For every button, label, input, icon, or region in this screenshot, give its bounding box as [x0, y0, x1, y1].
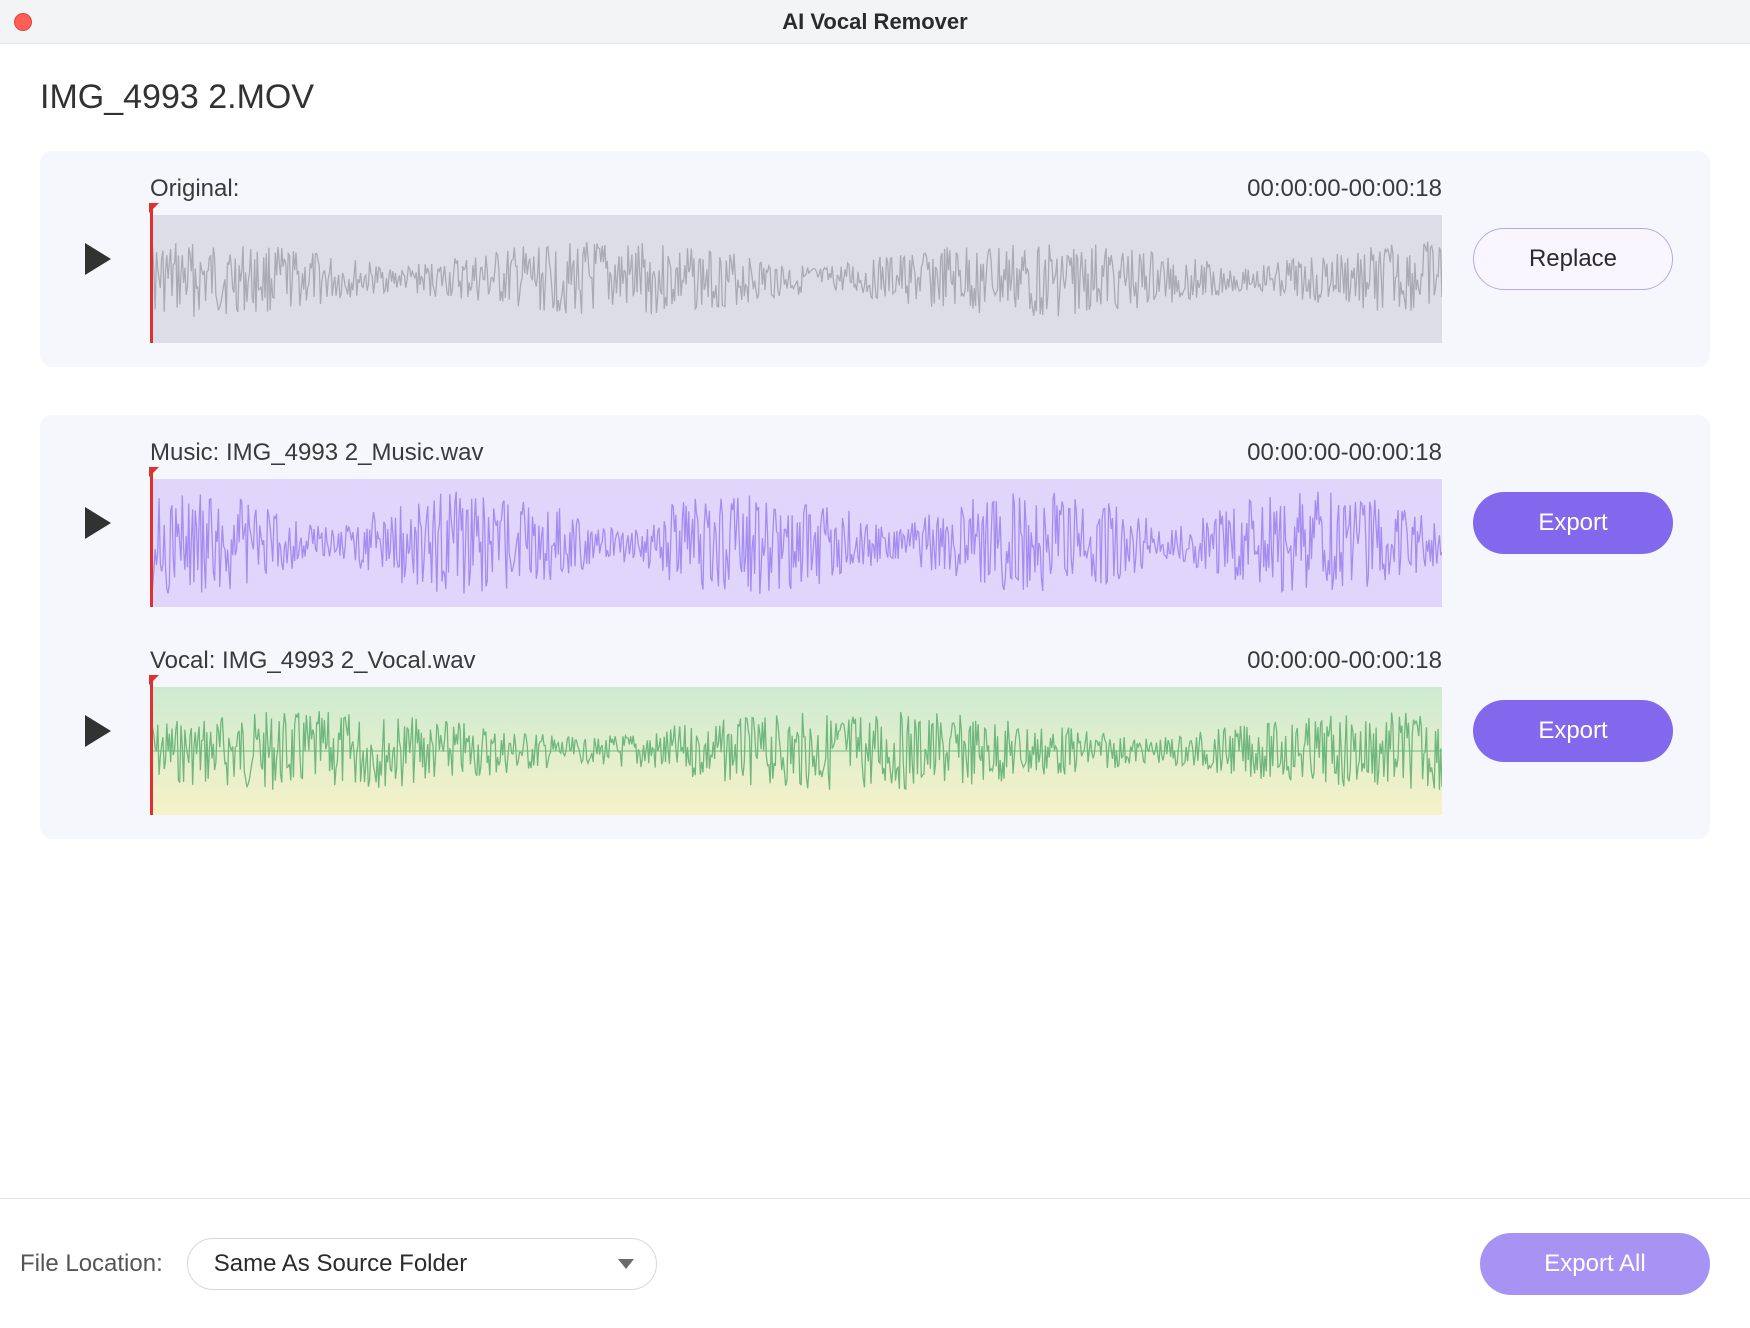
- waveform-svg: [150, 687, 1442, 815]
- music-waveform[interactable]: [150, 479, 1442, 607]
- waveform-svg: [150, 215, 1442, 343]
- vocal-label: Vocal: IMG_4993 2_Vocal.wav: [150, 647, 476, 675]
- original-time: 00:00:00-00:00:18: [1247, 175, 1442, 203]
- original-track-body: Original: 00:00:00-00:00:18: [150, 175, 1442, 343]
- separated-panel: Music: IMG_4993 2_Music.wav 00:00:00-00:…: [40, 415, 1710, 839]
- music-action: Export: [1470, 492, 1676, 554]
- replace-button[interactable]: Replace: [1473, 228, 1673, 290]
- original-action: Replace: [1470, 228, 1676, 290]
- export-all-button[interactable]: Export All: [1480, 1233, 1710, 1295]
- vocal-time: 00:00:00-00:00:18: [1247, 647, 1442, 675]
- original-track-header: Original: 00:00:00-00:00:18: [150, 175, 1442, 203]
- play-icon: [85, 243, 111, 275]
- play-button-music[interactable]: [74, 499, 122, 547]
- original-panel: Original: 00:00:00-00:00:18 Replace: [40, 151, 1710, 367]
- vocal-track: Vocal: IMG_4993 2_Vocal.wav 00:00:00-00:…: [74, 647, 1676, 815]
- playhead-cursor[interactable]: [150, 205, 153, 343]
- original-track: Original: 00:00:00-00:00:18 Replace: [74, 175, 1676, 343]
- playhead-cursor[interactable]: [150, 469, 153, 607]
- main-content: IMG_4993 2.MOV Original: 00:00:00-00:00:…: [0, 44, 1750, 839]
- vocal-waveform[interactable]: [150, 687, 1442, 815]
- footer-bar: File Location: Same As Source Folder Exp…: [0, 1198, 1750, 1328]
- file-location-group: File Location: Same As Source Folder: [20, 1238, 657, 1290]
- file-location-label: File Location:: [20, 1250, 163, 1278]
- file-location-value: Same As Source Folder: [214, 1250, 467, 1278]
- playhead-cursor[interactable]: [150, 677, 153, 815]
- music-track-body: Music: IMG_4993 2_Music.wav 00:00:00-00:…: [150, 439, 1442, 607]
- chevron-down-icon: [618, 1259, 634, 1269]
- window-close-button[interactable]: [14, 13, 32, 31]
- play-button-original[interactable]: [74, 235, 122, 283]
- original-waveform[interactable]: [150, 215, 1442, 343]
- file-location-select[interactable]: Same As Source Folder: [187, 1238, 657, 1290]
- export-music-button[interactable]: Export: [1473, 492, 1673, 554]
- waveform-svg: [150, 479, 1442, 607]
- music-label: Music: IMG_4993 2_Music.wav: [150, 439, 483, 467]
- play-icon: [85, 715, 111, 747]
- music-track: Music: IMG_4993 2_Music.wav 00:00:00-00:…: [74, 439, 1676, 607]
- original-label: Original:: [150, 175, 239, 203]
- vocal-track-header: Vocal: IMG_4993 2_Vocal.wav 00:00:00-00:…: [150, 647, 1442, 675]
- play-button-vocal[interactable]: [74, 707, 122, 755]
- play-icon: [85, 507, 111, 539]
- export-vocal-button[interactable]: Export: [1473, 700, 1673, 762]
- file-name: IMG_4993 2.MOV: [40, 78, 1710, 117]
- vocal-action: Export: [1470, 700, 1676, 762]
- music-track-header: Music: IMG_4993 2_Music.wav 00:00:00-00:…: [150, 439, 1442, 467]
- window-title: AI Vocal Remover: [782, 9, 967, 35]
- music-time: 00:00:00-00:00:18: [1247, 439, 1442, 467]
- title-bar: AI Vocal Remover: [0, 0, 1750, 44]
- vocal-track-body: Vocal: IMG_4993 2_Vocal.wav 00:00:00-00:…: [150, 647, 1442, 815]
